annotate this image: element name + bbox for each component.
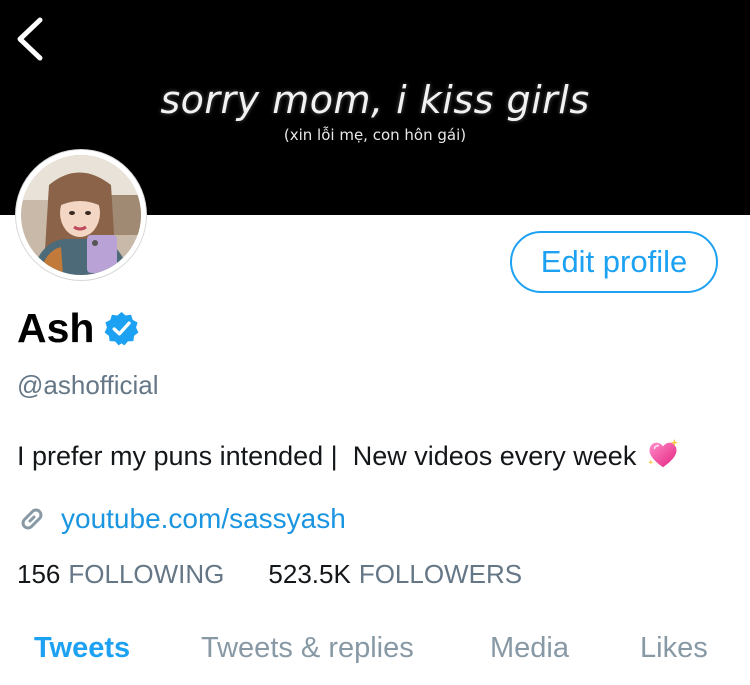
verified-badge-icon (105, 311, 139, 346)
link-icon (21, 508, 43, 530)
display-name: Ash (17, 305, 95, 351)
back-button[interactable] (12, 14, 52, 64)
tab-tweets-replies[interactable]: Tweets & replies (201, 632, 414, 665)
following-stat[interactable]: 156 FOLLOWING (17, 559, 224, 590)
avatar-photo (21, 155, 141, 275)
tab-tweets[interactable]: Tweets (34, 632, 130, 665)
followers-count: 523.5K (268, 559, 351, 589)
banner-subtitle: (xin lỗi mẹ, con hôn gái) (283, 126, 467, 144)
chevron-left-icon (17, 17, 43, 61)
website-link[interactable]: youtube.com/sassyash (61, 503, 346, 535)
avatar[interactable] (16, 150, 146, 280)
follow-stats: 156 FOLLOWING 523.5K FOLLOWERS (17, 559, 522, 590)
banner-title: sorry mom, i kiss girls (160, 78, 590, 122)
bio-text: I prefer my puns intended | New videos e… (17, 441, 637, 471)
tab-likes[interactable]: Likes (640, 632, 708, 665)
tab-media[interactable]: Media (490, 632, 569, 665)
followers-label: FOLLOWERS (358, 559, 523, 589)
website-row: youtube.com/sassyash (17, 503, 346, 535)
user-handle: @ashofficial (17, 370, 159, 400)
following-count: 156 (17, 559, 61, 589)
bio: I prefer my puns intended | New videos e… (17, 437, 680, 472)
name-row: Ash (17, 305, 139, 352)
sparkling-heart-icon (648, 438, 678, 468)
following-label: FOLLOWING (68, 559, 225, 589)
edit-profile-button[interactable]: Edit profile (510, 231, 718, 293)
followers-stat[interactable]: 523.5K FOLLOWERS (268, 559, 522, 590)
